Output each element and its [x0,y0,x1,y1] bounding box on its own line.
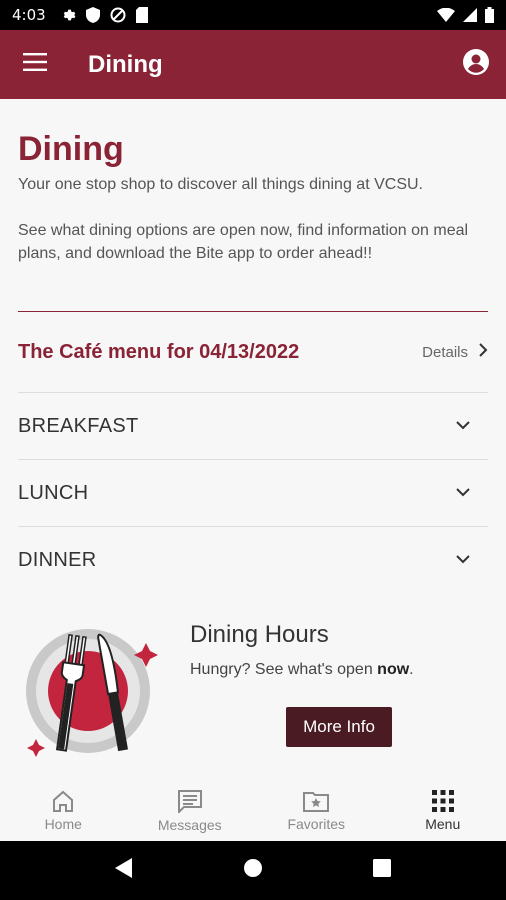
signal-icon [463,8,477,22]
chevron-right-icon [478,343,488,361]
meal-label: LUNCH [18,481,89,504]
cafe-menu-heading: The Café menu for 04/13/2022 [18,340,300,363]
account-circle-icon [463,49,489,80]
nav-item-messages[interactable]: Messages [127,780,254,841]
messages-icon [177,789,203,817]
meal-label: DINNER [18,548,97,571]
sim-card-icon [135,7,148,23]
recents-icon[interactable] [373,859,391,882]
nav-label: Favorites [287,815,346,832]
details-label: Details [422,343,468,361]
main-content: Dining Your one stop shop to discover al… [0,99,506,780]
page-intro: Your one stop shop to discover all thing… [18,176,423,193]
chevron-down-icon [456,551,470,569]
shield-icon [85,7,100,23]
page-title: Dining [18,130,124,168]
more-info-button[interactable]: More Info [286,707,392,747]
gear-icon [60,7,76,23]
favorites-folder-icon [303,790,330,816]
dining-hours-title: Dining Hours [190,621,329,648]
grid-menu-icon [431,789,454,816]
wifi-icon [437,8,455,22]
app-bar-title: Dining [88,50,163,78]
app-bar: Dining [0,30,506,99]
page-intro-details: See what dining options are open now, fi… [18,222,469,262]
data-saver-icon [110,7,126,23]
home-circle-icon[interactable] [243,858,263,883]
chevron-down-icon [456,417,470,435]
details-link[interactable]: Details [422,343,488,361]
bottom-nav: Home Messages Favorites Menu [0,780,506,841]
nav-label: Menu [425,815,461,832]
account-button[interactable] [446,30,506,99]
status-time: 4:03 [12,6,46,24]
system-nav-bar [0,841,506,900]
cafe-menu-header: The Café menu for 04/13/2022 Details [18,312,488,392]
chevron-down-icon [456,484,470,502]
nav-label: Home [44,815,82,832]
hamburger-menu-button[interactable] [0,30,70,99]
nav-item-favorites[interactable]: Favorites [253,780,380,841]
meal-row-dinner[interactable]: DINNER [18,526,488,593]
battery-icon [485,7,494,23]
nav-item-menu[interactable]: Menu [380,780,506,841]
back-icon[interactable] [115,858,133,883]
hamburger-menu-icon [23,53,47,76]
plate-fork-knife-illustration [18,613,168,763]
nav-label: Messages [157,816,222,833]
meal-row-breakfast[interactable]: BREAKFAST [18,392,488,459]
home-icon [51,790,75,816]
nav-item-home[interactable]: Home [0,780,127,841]
meal-label: BREAKFAST [18,414,139,437]
status-bar: 4:03 [0,0,506,30]
meal-row-lunch[interactable]: LUNCH [18,459,488,526]
dining-hours-card: Dining Hours Hungry? See what's open now… [18,603,488,763]
dining-hours-subtitle: Hungry? See what's open now. [190,661,414,678]
